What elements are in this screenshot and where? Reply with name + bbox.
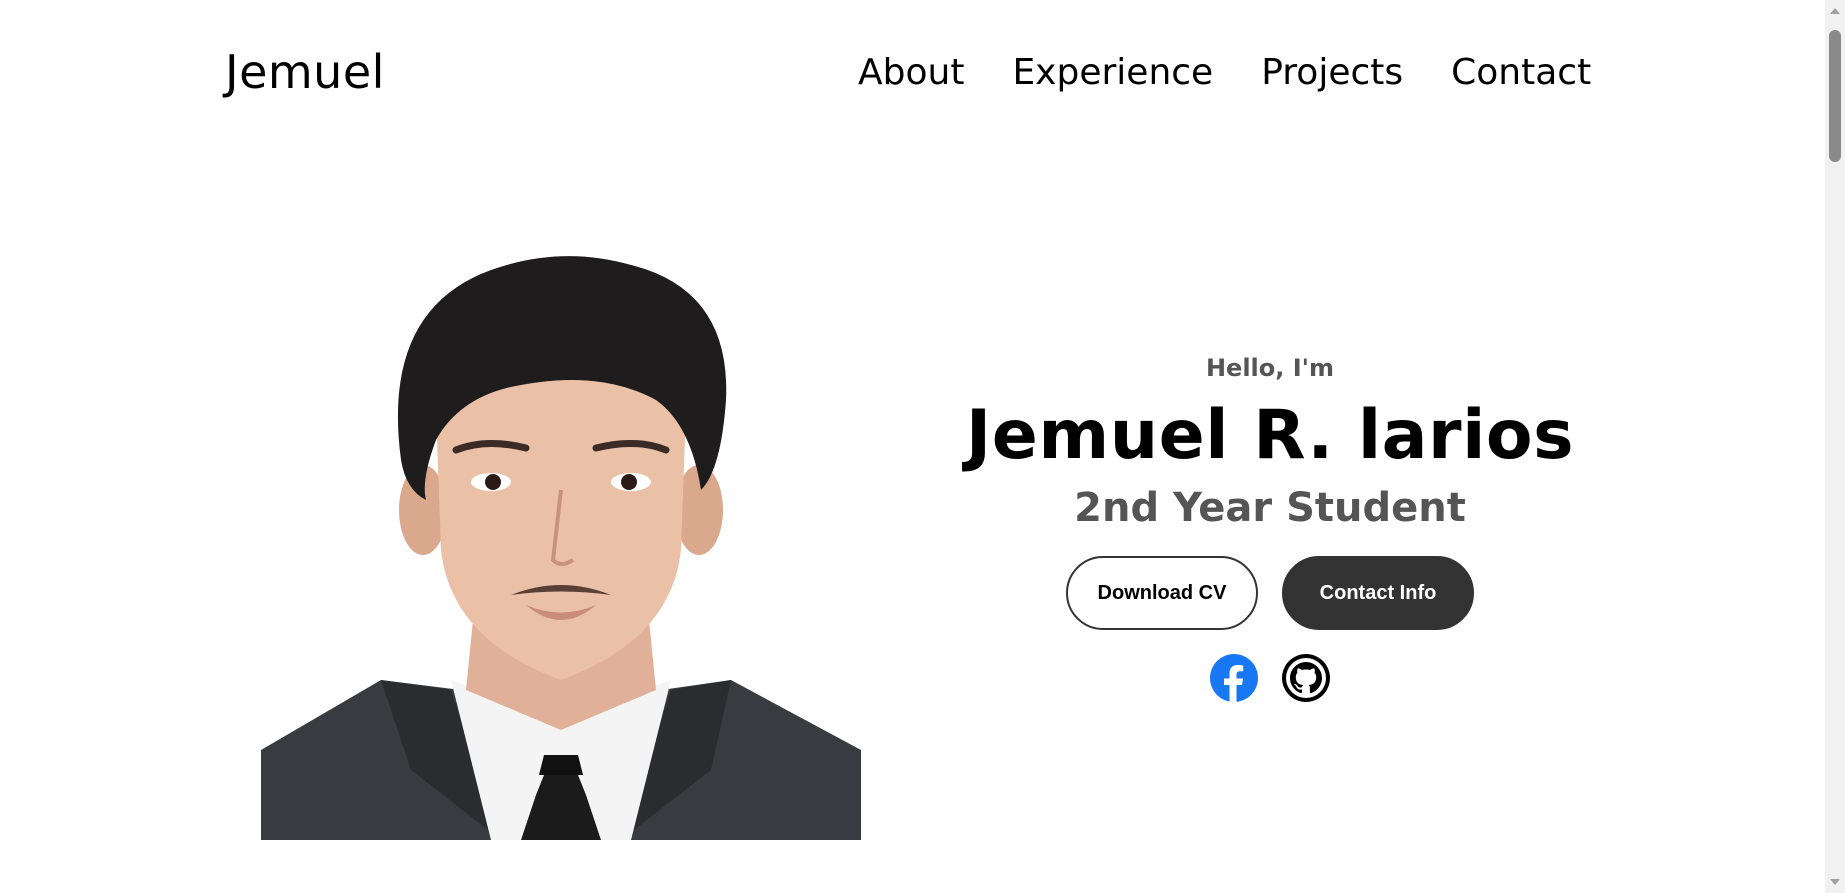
nav-about[interactable]: About [858,50,964,96]
profile-portrait-illustration [261,256,861,840]
hero-section: Hello, I'm Jemuel R. larios 2nd Year Stu… [940,350,1600,702]
scroll-up-arrow-icon[interactable] [1830,8,1840,14]
nav-contact[interactable]: Contact [1451,50,1591,96]
scrollbar-thumb[interactable] [1829,30,1841,162]
hero-buttons: Download CV Contact Info [940,556,1600,630]
github-icon[interactable] [1282,654,1330,702]
vertical-scrollbar[interactable] [1825,0,1845,893]
nav-projects[interactable]: Projects [1261,50,1403,96]
social-links [940,654,1600,702]
nav-experience[interactable]: Experience [1012,50,1213,96]
hero-role: 2nd Year Student [1074,485,1466,531]
profile-picture [261,250,861,840]
facebook-icon[interactable] [1210,654,1258,702]
page: Jemuel About Experience Projects Contact [0,0,1845,893]
hero-name: Jemuel R. larios [965,396,1575,475]
contact-info-button[interactable]: Contact Info [1282,556,1474,630]
scroll-down-arrow-icon[interactable] [1830,879,1840,885]
main-nav: About Experience Projects Contact [858,50,1591,96]
download-cv-button[interactable]: Download CV [1066,556,1258,630]
site-logo[interactable]: Jemuel [225,44,385,100]
hero-greeting: Hello, I'm [1205,354,1335,382]
